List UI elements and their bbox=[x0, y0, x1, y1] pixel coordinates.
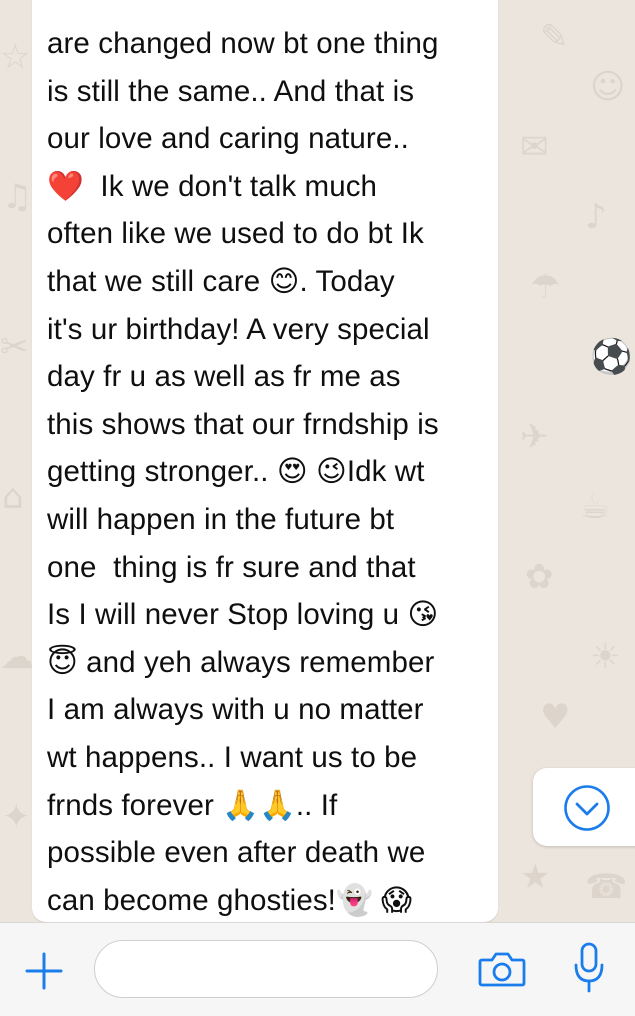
microphone-icon[interactable] bbox=[572, 941, 606, 997]
doodle-icon: ☕ bbox=[580, 487, 611, 527]
message-line: 😇 and yeh always remember bbox=[47, 645, 435, 679]
message-line: possible even after death we bbox=[47, 836, 426, 870]
doodle-icon: ✉ bbox=[520, 127, 549, 167]
doodle-icon: ☂ bbox=[530, 267, 561, 307]
message-line: I am always with u no matter bbox=[47, 693, 424, 727]
doodle-icon: ☁ bbox=[0, 637, 34, 677]
message-line: that we still care 😊. Today bbox=[47, 264, 395, 298]
message-line: frnds forever 🙏🙏.. If bbox=[47, 788, 338, 822]
doodle-icon: ♫ bbox=[2, 177, 33, 217]
doodle-icon: ☀ bbox=[590, 637, 621, 677]
message-line: one thing is fr sure and that bbox=[47, 550, 416, 584]
message-line: wt happens.. I want us to be bbox=[47, 740, 418, 774]
doodle-icon: ✎ bbox=[540, 17, 569, 57]
message-composer bbox=[0, 922, 635, 1016]
message-line: is still the same.. And that is bbox=[47, 74, 415, 108]
doodle-icon: ☆ bbox=[0, 37, 31, 77]
message-input[interactable] bbox=[94, 940, 438, 998]
message-line: this shows that our frndship is bbox=[47, 407, 439, 441]
doodle-icon: ☎ bbox=[585, 867, 628, 907]
doodle-icon: ✿ bbox=[525, 557, 554, 597]
doodle-icon: ✦ bbox=[2, 797, 31, 837]
message-line: can become ghosties!👻 😱 bbox=[47, 883, 412, 917]
message-line: ❤️ Ik we don't talk much bbox=[47, 169, 378, 203]
message-line: getting stronger.. 😍 😉Idk wt bbox=[47, 455, 425, 489]
doodle-icon: ✂ bbox=[0, 327, 29, 367]
camera-icon[interactable] bbox=[478, 950, 526, 988]
doodle-icon: ♥ bbox=[540, 697, 571, 737]
message-text: are changed now bt one thing is still th… bbox=[47, 20, 497, 924]
message-line: Is I will never Stop loving u 😘 bbox=[47, 598, 439, 632]
plus-icon[interactable] bbox=[24, 951, 64, 991]
message-line: will happen in the future bt bbox=[47, 502, 395, 536]
doodle-icon: ☺ bbox=[590, 67, 626, 107]
message-line: often like we used to do bt Ik bbox=[47, 217, 424, 251]
doodle-icon: ⚽ bbox=[590, 337, 633, 377]
doodle-icon: ⌂ bbox=[2, 477, 24, 517]
doodle-icon: ♪ bbox=[585, 197, 607, 237]
message-line: are changed now bt one thing bbox=[47, 27, 439, 60]
message-line: our love and caring nature.. bbox=[47, 122, 409, 156]
doodle-icon: ✈ bbox=[520, 417, 549, 457]
message-line: it's ur birthday! A very special bbox=[47, 312, 430, 346]
doodle-icon: ★ bbox=[520, 857, 551, 897]
message-line: day fr u as well as fr me as bbox=[47, 360, 401, 394]
scroll-to-bottom-button[interactable] bbox=[533, 768, 635, 846]
chevron-down-icon bbox=[564, 785, 610, 831]
